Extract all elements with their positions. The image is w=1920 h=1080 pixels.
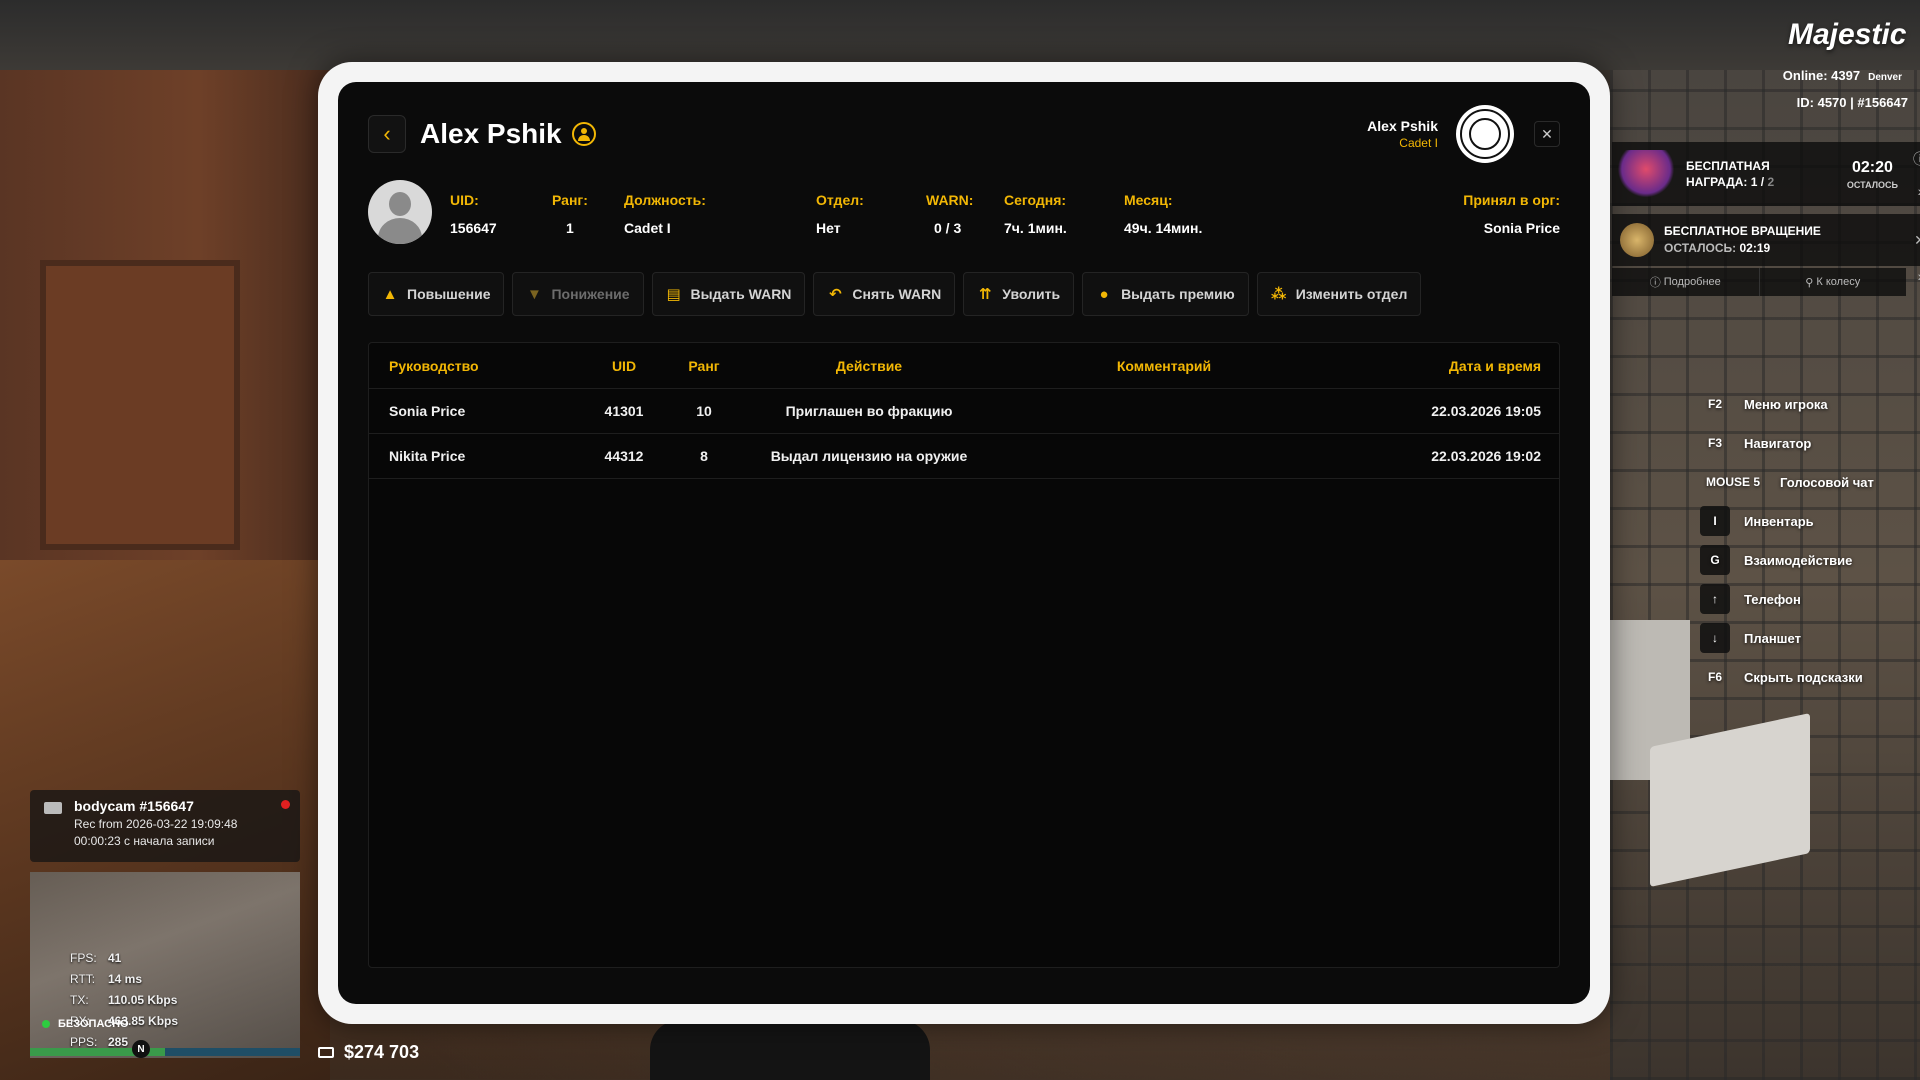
department-seal-icon <box>1456 105 1514 163</box>
activity-log-table: Руководство UID Ранг Действие Комментари… <box>368 342 1560 968</box>
fire-icon: ⇈ <box>979 286 992 303</box>
status-dot-icon <box>42 1020 50 1028</box>
fire-button[interactable]: ⇈ Уволить <box>963 272 1075 316</box>
info-today: Сегодня: 7ч. 1мин. <box>1004 192 1067 236</box>
info-position: Должность: Cadet I <box>624 192 706 236</box>
reward-timer: 02:20 <box>1851 158 1893 176</box>
scene-wood-panel <box>40 260 240 550</box>
chevron-right-icon[interactable]: › <box>1906 256 1920 296</box>
current-user-name: Alex Pshik <box>1367 118 1438 134</box>
info-department: Отдел: Нет <box>816 192 864 236</box>
hint-item: F3 Навигатор <box>1707 435 1812 451</box>
col-header-management: Руководство <box>389 357 479 374</box>
compass-icon: N <box>132 1040 150 1058</box>
remove-warn-button[interactable]: ↶ Снять WARN <box>813 272 956 316</box>
bank-balance: $274 703 <box>318 1042 419 1063</box>
user-badge-icon <box>571 122 596 146</box>
server-logo: Majestic <box>1788 18 1907 51</box>
player-name: Alex Pshik <box>420 118 562 149</box>
tablet-screen: ‹ Alex Pshik Alex Pshik Cadet I ✕ UID: 1… <box>338 82 1590 1004</box>
bodycam-overlay: bodycam #156647 Rec from 2026-03-22 19:0… <box>30 790 300 862</box>
col-header-rank: Ранг <box>688 357 720 374</box>
col-header-comment: Комментарий <box>1116 357 1212 374</box>
hint-item: G Взаимодействие <box>1700 544 1874 576</box>
org-icon: ⁂ <box>1271 286 1287 303</box>
safe-zone-status: БЕЗОПАСНО <box>42 1018 129 1030</box>
hint-item: F6 Скрыть подсказки <box>1707 669 1863 685</box>
warn-doc-icon: ▤ <box>666 286 681 303</box>
col-header-uid: UID <box>611 357 637 374</box>
to-wheel-link[interactable]: ⚲ К колесу <box>1760 268 1907 296</box>
spin-links: ⓘ Подробнее ⚲ К колесу <box>1612 268 1906 296</box>
promote-button[interactable]: ▲ Повышение <box>368 272 505 316</box>
close-icon[interactable]: ✕ <box>1914 232 1920 249</box>
col-header-datetime: Дата и время <box>1448 357 1541 374</box>
player-id: ID: 4570 | #156647 <box>1796 95 1908 110</box>
hint-item: ↓ Планшет <box>1700 622 1874 654</box>
free-spin-card[interactable]: БЕСПЛАТНОЕ ВРАЩЕНИЕ ОСТАЛОСЬ: 02:19 ✕ <box>1612 214 1920 266</box>
info-accepted-by: Принял в орг: Sonia Price <box>1463 192 1560 236</box>
server-name: Denver <box>1868 72 1902 83</box>
arrow-down-icon: ▼ <box>527 285 542 303</box>
info-icon[interactable]: ⓘ <box>1913 149 1920 169</box>
table-header: Руководство UID Ранг Действие Комментари… <box>369 343 1559 389</box>
give-bonus-button[interactable]: ● Выдать премию <box>1082 272 1249 316</box>
table-row: Sonia Price 41301 10 Приглашен во фракци… <box>369 389 1559 434</box>
coin-icon: ● <box>1099 285 1109 303</box>
avatar <box>368 180 432 244</box>
chevron-left-icon: ‹ <box>383 121 391 146</box>
hint-item: ↑ Телефон <box>1700 583 1874 615</box>
info-warn: WARN: 0 / 3 <box>926 192 974 236</box>
free-reward-card[interactable]: БЕСПЛАТНАЯ НАГРАДА: 1 / 2 02:20 ОСТАЛОСЬ… <box>1612 142 1920 206</box>
tablet-frame: ‹ Alex Pshik Alex Pshik Cadet I ✕ UID: 1… <box>318 62 1610 1024</box>
current-user: Alex Pshik Cadet I ✕ <box>1367 105 1560 163</box>
key-hints: F2 Меню игрока F3 Навигатор MOUSE 5 Голосов… <box>1700 388 1874 700</box>
close-icon: ✕ <box>1541 125 1553 142</box>
scene-character <box>650 1020 930 1080</box>
col-header-action: Действие <box>835 357 903 374</box>
info-icon: ⓘ <box>1649 277 1664 289</box>
give-warn-button[interactable]: ▤ Выдать WARN <box>651 272 806 316</box>
info-uid: UID: 156647 <box>450 192 497 236</box>
current-user-rank: Cadet I <box>1399 136 1438 150</box>
table-row: Nikita Price 44312 8 Выдал лицензию на о… <box>369 434 1559 479</box>
info-rank: Ранг: 1 <box>552 192 588 236</box>
demote-button[interactable]: ▼ Понижение <box>512 272 644 316</box>
hint-item: MOUSE 5 Голосовой чат <box>1706 474 1874 490</box>
arrow-up-icon: ▲ <box>382 285 398 303</box>
hint-item: I Инвентарь <box>1700 505 1874 537</box>
camera-icon <box>44 802 62 814</box>
close-button[interactable]: ✕ <box>1534 121 1560 147</box>
undo-icon: ↶ <box>829 286 842 303</box>
scene-ceiling <box>0 0 1920 70</box>
card-icon <box>318 1047 334 1058</box>
back-button[interactable]: ‹ <box>368 115 406 153</box>
action-toolbar: ▲ Повышение ▼ Понижение ▤ Выдать WARN ↶ Снят… <box>368 272 1560 316</box>
profile-header: ‹ Alex Pshik Alex Pshik Cadet I ✕ <box>368 105 1560 163</box>
change-department-button[interactable]: ⁂ Изменить отдел <box>1256 272 1422 316</box>
info-month: Месяц: 49ч. 14мин. <box>1124 192 1203 236</box>
wheel-icon <box>1620 223 1654 257</box>
online-counter: Online: 4397 Denver <box>1782 68 1902 83</box>
hint-item: F2 Меню игрока <box>1707 396 1828 412</box>
record-indicator-icon <box>281 800 290 809</box>
network-stats: FPS: 41 RTT: 14 ms TX: 110.05 Kbps RX: 463.8… <box>70 951 179 1049</box>
pin-icon: ⚲ <box>1805 276 1817 289</box>
details-link[interactable]: ⓘ Подробнее <box>1612 268 1760 296</box>
reward-image <box>1618 150 1674 198</box>
member-info: UID: 156647 Ранг: 1 Должность: Cadet I О… <box>368 180 1560 246</box>
